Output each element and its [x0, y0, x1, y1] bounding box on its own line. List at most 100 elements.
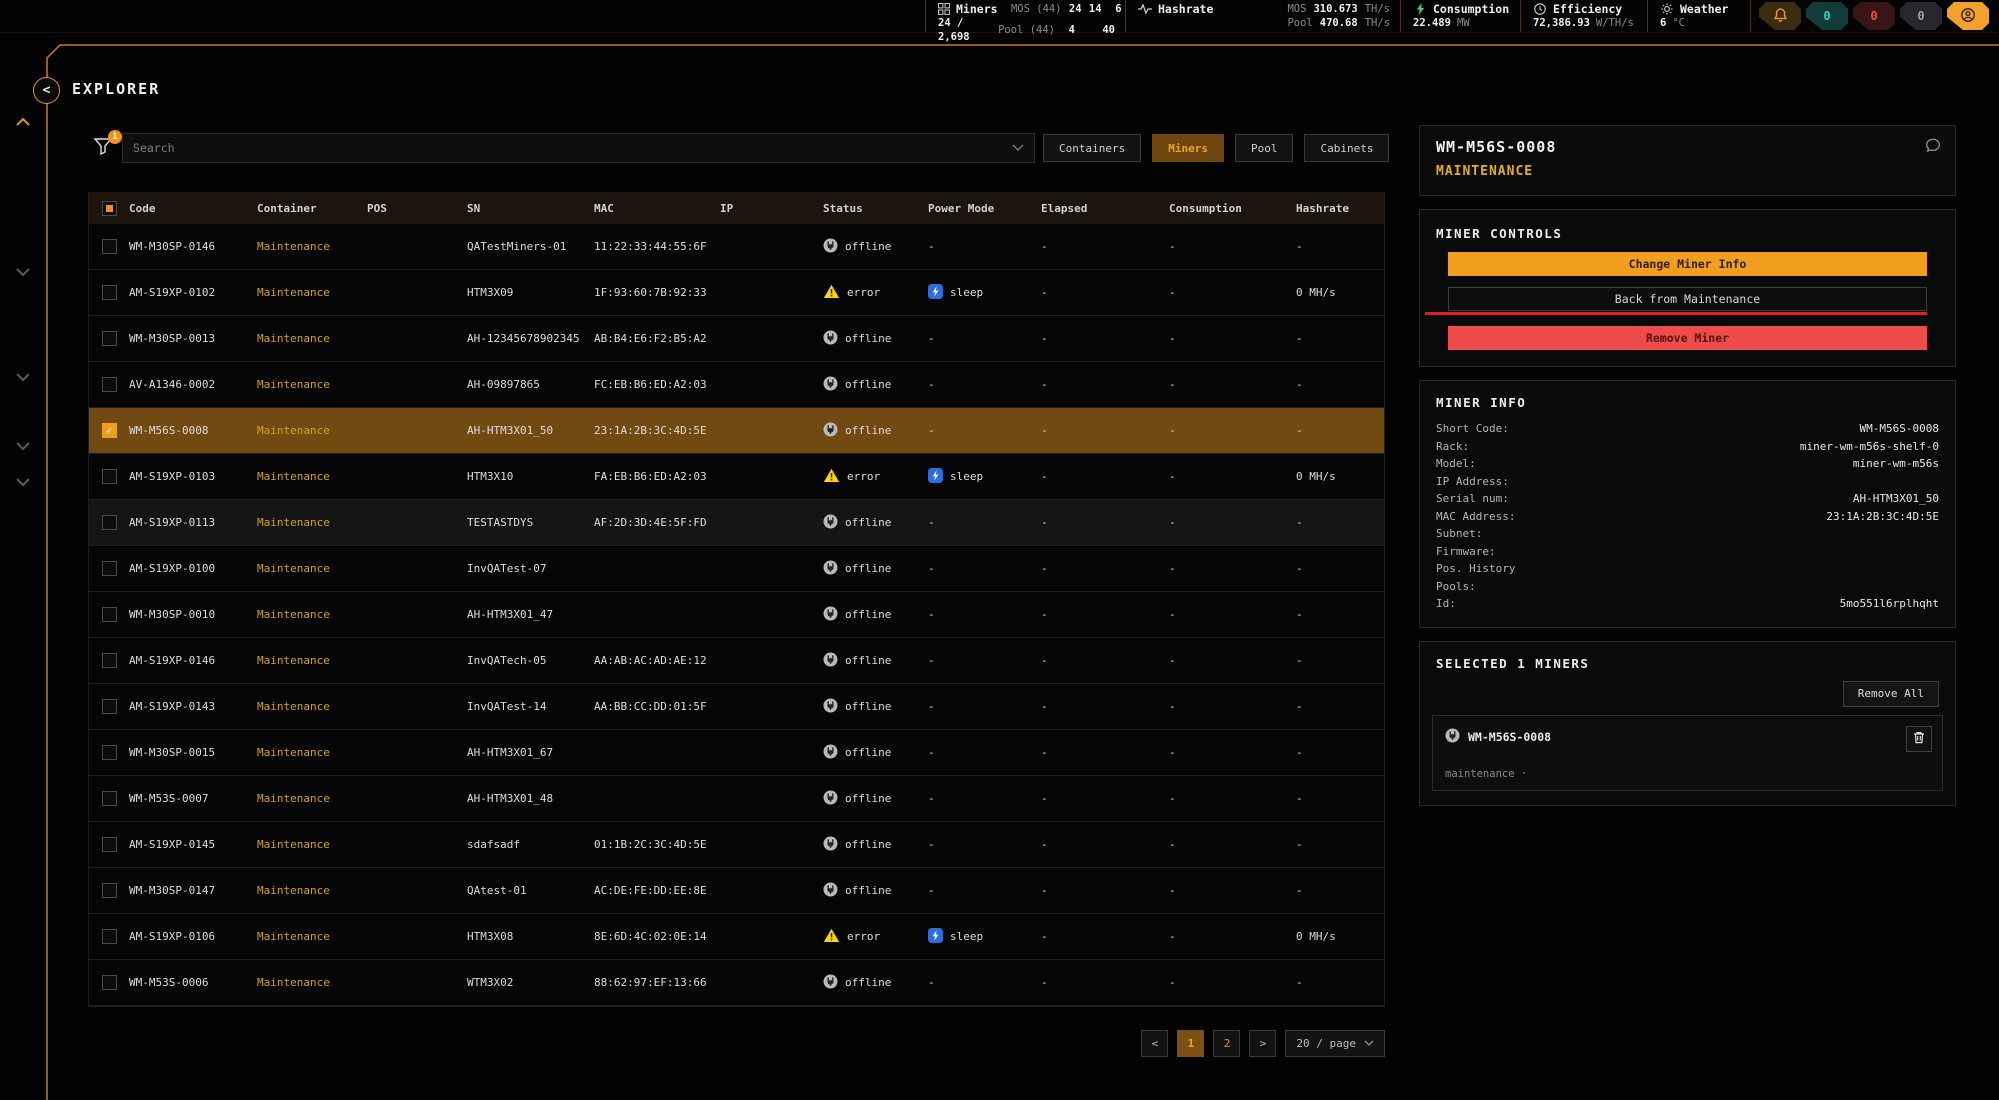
- row-checkbox[interactable]: [102, 699, 117, 714]
- change-miner-info-button[interactable]: Change Miner Info: [1448, 252, 1927, 276]
- table-row[interactable]: WM-M30SP-0146 Maintenance QATestMiners-0…: [89, 224, 1384, 270]
- row-checkbox[interactable]: [102, 331, 117, 346]
- notifications-button[interactable]: [1759, 2, 1801, 30]
- row-checkbox[interactable]: [102, 837, 117, 852]
- row-checkbox[interactable]: [102, 515, 117, 530]
- table-row[interactable]: AM-S19XP-0102 Maintenance HTM3X09 1F:93:…: [89, 270, 1384, 316]
- table-row[interactable]: WM-M53S-0007 Maintenance AH-HTM3X01_48 o…: [89, 776, 1384, 822]
- back-button[interactable]: <: [33, 77, 60, 104]
- cell-power-mode: -: [928, 838, 1041, 851]
- table-row[interactable]: WM-M30SP-0013 Maintenance AH-12345678902…: [89, 316, 1384, 362]
- sleep-power-icon: [928, 284, 943, 302]
- row-checkbox[interactable]: [102, 791, 117, 806]
- cell-hashrate: -: [1296, 792, 1386, 805]
- table-row[interactable]: AM-S19XP-0143 Maintenance InvQATest-14 A…: [89, 684, 1384, 730]
- table-row[interactable]: WM-M53S-0006 Maintenance WTM3X02 88:62:9…: [89, 960, 1384, 1006]
- table-row[interactable]: ✓ WM-M56S-0008 Maintenance AH-HTM3X01_50…: [89, 408, 1384, 454]
- topbar: Miners MOS (44)24146 24 / 2,698 Pool (44…: [0, 0, 1999, 33]
- table-row[interactable]: AM-S19XP-0145 Maintenance sdafsadf 01:1B…: [89, 822, 1384, 868]
- cell-power-mode: -: [928, 378, 1041, 391]
- row-checkbox[interactable]: [102, 883, 117, 898]
- cell-consumption: -: [1169, 792, 1296, 805]
- gray-counter-button[interactable]: 0: [1900, 2, 1942, 30]
- chevron-down-icon[interactable]: [14, 266, 32, 278]
- remove-miner-button[interactable]: Remove Miner: [1448, 326, 1927, 350]
- row-checkbox[interactable]: [102, 377, 117, 392]
- row-checkbox[interactable]: [102, 285, 117, 300]
- remove-selected-button[interactable]: [1906, 726, 1932, 752]
- miner-controls-title: MINER CONTROLS: [1436, 226, 1927, 241]
- row-checkbox[interactable]: [102, 239, 117, 254]
- chevron-left-icon: <: [43, 83, 51, 98]
- search-input[interactable]: [133, 141, 1012, 155]
- row-checkbox[interactable]: [102, 929, 117, 944]
- account-button[interactable]: [1947, 2, 1989, 30]
- table-row[interactable]: WM-M30SP-0010 Maintenance AH-HTM3X01_47 …: [89, 592, 1384, 638]
- back-from-maintenance-button[interactable]: Back from Maintenance: [1448, 287, 1927, 311]
- page-2-button[interactable]: 2: [1213, 1030, 1240, 1057]
- tab-miners[interactable]: Miners: [1152, 134, 1224, 162]
- cell-sn: HTM3X08: [467, 930, 594, 943]
- table-row[interactable]: WM-M30SP-0015 Maintenance AH-HTM3X01_67 …: [89, 730, 1384, 776]
- row-checkbox[interactable]: [102, 745, 117, 760]
- table-row[interactable]: AM-S19XP-0100 Maintenance InvQATest-07 o…: [89, 546, 1384, 592]
- table-row[interactable]: WM-M30SP-0147 Maintenance QAtest-01 AC:D…: [89, 868, 1384, 914]
- row-checkbox[interactable]: [102, 975, 117, 990]
- miners-ok-count: 24: [1062, 2, 1082, 16]
- row-checkbox[interactable]: [102, 653, 117, 668]
- offline-status-icon: [823, 422, 838, 440]
- cell-hashrate: 0 MH/s: [1296, 930, 1386, 943]
- info-label: Rack:: [1436, 438, 1469, 456]
- cell-code: AM-S19XP-0113: [129, 516, 257, 529]
- prev-page-button[interactable]: <: [1141, 1030, 1168, 1057]
- filter-button[interactable]: 1: [92, 135, 118, 161]
- tab-cabinets[interactable]: Cabinets: [1304, 134, 1389, 162]
- table-row[interactable]: AV-A1346-0002 Maintenance AH-09897865 FC…: [89, 362, 1384, 408]
- chat-bubble-icon[interactable]: [1925, 138, 1941, 157]
- miner-controls-card: MINER CONTROLS Change Miner Info Back fr…: [1419, 209, 1956, 367]
- info-value: 23:1A:2B:3C:4D:5E: [1826, 508, 1939, 526]
- row-checkbox[interactable]: [102, 607, 117, 622]
- page-1-button[interactable]: 1: [1177, 1030, 1204, 1057]
- cell-sn: QATestMiners-01: [467, 240, 594, 253]
- red-counter-button[interactable]: 0: [1853, 2, 1895, 30]
- cell-mac: 11:22:33:44:55:6F: [594, 240, 720, 253]
- cell-code: WM-M53S-0006: [129, 976, 257, 989]
- col-header-hashrate: Hashrate: [1296, 202, 1386, 215]
- row-checkbox[interactable]: [102, 561, 117, 576]
- chevron-down-icon[interactable]: [1012, 144, 1024, 152]
- offline-status-icon: [823, 698, 838, 716]
- chevron-down-icon[interactable]: [14, 371, 32, 383]
- table-row[interactable]: AM-S19XP-0113 Maintenance TESTASTDYS AF:…: [89, 500, 1384, 546]
- cell-status: offline: [823, 422, 928, 440]
- page-size-select[interactable]: 20 / page: [1285, 1030, 1385, 1057]
- offline-status-icon: [823, 330, 838, 348]
- red-counter-value: 0: [1870, 9, 1877, 23]
- tab-pool[interactable]: Pool: [1235, 134, 1294, 162]
- cell-consumption: -: [1169, 516, 1296, 529]
- table-row[interactable]: AM-S19XP-0106 Maintenance HTM3X08 8E:6D:…: [89, 914, 1384, 960]
- cell-consumption: -: [1169, 562, 1296, 575]
- cell-code: AM-S19XP-0102: [129, 286, 257, 299]
- cell-hashrate: -: [1296, 608, 1386, 621]
- cell-sn: HTM3X09: [467, 286, 594, 299]
- table-row[interactable]: AM-S19XP-0103 Maintenance HTM3X10 FA:EB:…: [89, 454, 1384, 500]
- chevron-up-icon[interactable]: [14, 116, 32, 128]
- cell-elapsed: -: [1041, 930, 1169, 943]
- offline-status-icon: [823, 882, 838, 900]
- chevron-down-icon[interactable]: [14, 476, 32, 488]
- table-row[interactable]: AM-S19XP-0146 Maintenance InvQATech-05 A…: [89, 638, 1384, 684]
- cell-mac: 01:1B:2C:3C:4D:5E: [594, 838, 720, 851]
- next-page-button[interactable]: >: [1249, 1030, 1276, 1057]
- row-checkbox[interactable]: ✓: [102, 423, 117, 438]
- teal-counter-button[interactable]: 0: [1806, 2, 1848, 30]
- chevron-down-icon[interactable]: [14, 440, 32, 452]
- info-value: 5mo551l6rplhqht: [1840, 595, 1939, 613]
- tab-containers[interactable]: Containers: [1043, 134, 1141, 162]
- row-checkbox[interactable]: [102, 469, 117, 484]
- col-header-mac: MAC: [594, 202, 720, 215]
- cell-container: Maintenance: [257, 332, 367, 345]
- cell-status: error: [823, 928, 928, 946]
- remove-all-button[interactable]: Remove All: [1843, 681, 1939, 707]
- select-all-checkbox[interactable]: [102, 201, 117, 216]
